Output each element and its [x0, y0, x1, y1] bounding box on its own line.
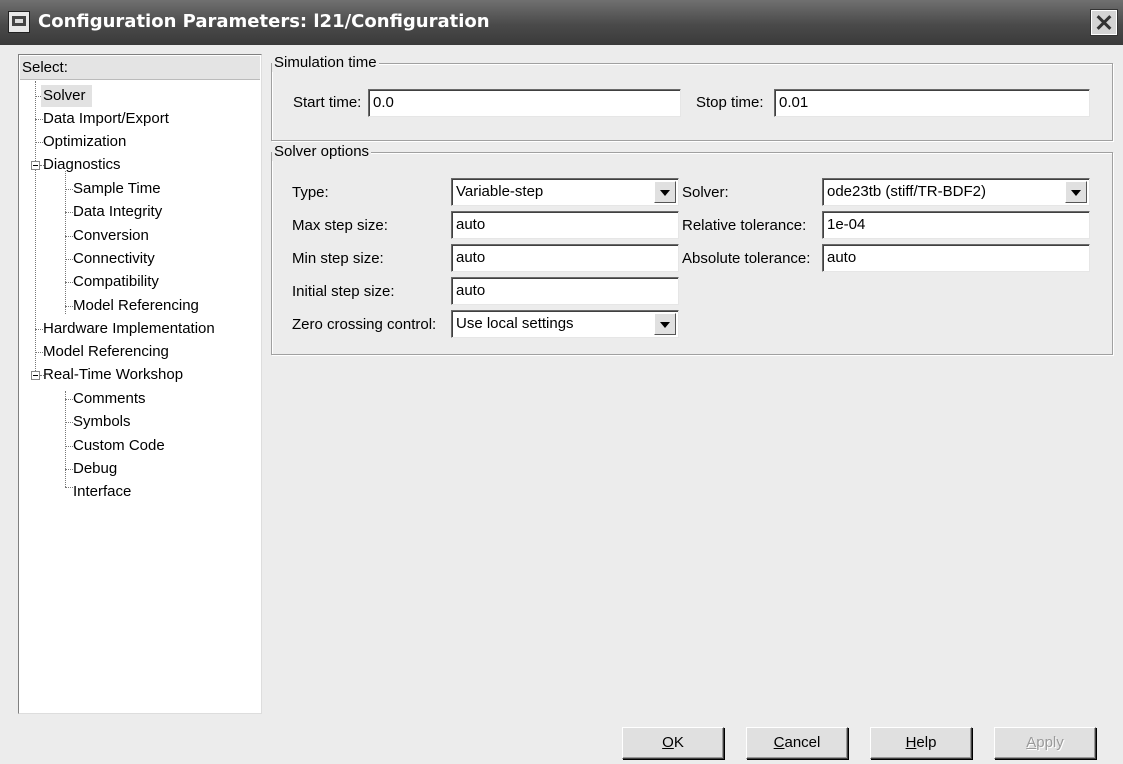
start-time-label: Start time: — [293, 94, 362, 111]
cancel-button[interactable]: Cancel — [746, 727, 848, 759]
tree-item-symbols[interactable]: Symbols — [71, 411, 137, 433]
relative-tolerance-input[interactable]: 1e-04 — [822, 211, 1090, 239]
min-step-size-label: Min step size: — [292, 250, 384, 267]
tree-item-conversion[interactable]: Conversion — [71, 225, 155, 247]
dropdown-arrow-icon[interactable] — [654, 313, 676, 335]
tree-item-compatibility[interactable]: Compatibility — [71, 271, 165, 293]
tree-item-hardware-implementation[interactable]: Hardware Implementation — [41, 318, 221, 340]
solver-label: Solver: — [682, 184, 729, 201]
zero-crossing-control-select[interactable]: Use local settings — [451, 310, 679, 338]
ok-button[interactable]: OK — [622, 727, 724, 759]
tree-connector — [65, 391, 66, 487]
tree-item-data-import-export[interactable]: Data Import/Export — [41, 108, 175, 130]
zero-crossing-control-label: Zero crossing control: — [292, 316, 437, 333]
tree-item-real-time-workshop[interactable]: Real-Time Workshop — [41, 364, 189, 386]
relative-tolerance-label: Relative tolerance: — [682, 217, 807, 234]
tree-item-interface[interactable]: Interface — [71, 481, 137, 503]
solver-options-group: Solver options Type: Variable-step Solve… — [271, 143, 1113, 355]
ok-button-accel: O — [662, 734, 674, 751]
apply-button-accel: A — [1026, 734, 1037, 751]
tree-item-sample-time[interactable]: Sample Time — [71, 178, 167, 200]
close-icon[interactable] — [1090, 9, 1118, 36]
cancel-button-label: ancel — [784, 734, 821, 751]
simulation-time-group: Simulation time Start time: 0.0 Stop tim… — [271, 54, 1113, 141]
tree-item-optimization[interactable]: Optimization — [41, 131, 132, 153]
apply-button-label: pply — [1036, 734, 1064, 751]
tree-connector — [65, 171, 66, 314]
type-select-value: Variable-step — [456, 183, 544, 200]
apply-button[interactable]: Apply — [994, 727, 1096, 759]
collapse-icon[interactable] — [31, 161, 40, 170]
initial-step-size-input[interactable]: auto — [451, 277, 679, 305]
tree-item-connectivity[interactable]: Connectivity — [71, 248, 161, 270]
tree-item-solver[interactable]: Solver — [41, 85, 92, 107]
ok-button-label: K — [673, 734, 684, 751]
solver-options-legend: Solver options — [272, 143, 372, 161]
tree-item-custom-code[interactable]: Custom Code — [71, 435, 171, 457]
tree-connector — [35, 81, 36, 379]
tree-item-comments[interactable]: Comments — [71, 388, 152, 410]
stop-time-label: Stop time: — [696, 94, 764, 111]
app-icon[interactable] — [8, 11, 30, 33]
dropdown-arrow-icon[interactable] — [654, 181, 676, 203]
category-tree[interactable]: Select: Solver Data Import/Export Optimi… — [18, 54, 262, 714]
collapse-icon[interactable] — [31, 371, 40, 380]
start-time-input[interactable]: 0.0 — [368, 89, 681, 117]
title-bar[interactable]: Configuration Parameters: l21/Configurat… — [0, 0, 1123, 45]
simulation-time-legend: Simulation time — [272, 54, 379, 72]
type-label: Type: — [292, 184, 329, 201]
initial-step-size-label: Initial step size: — [292, 283, 395, 300]
help-button[interactable]: Help — [870, 727, 972, 759]
stop-time-input[interactable]: 0.01 — [774, 89, 1090, 117]
min-step-size-input[interactable]: auto — [451, 244, 679, 272]
solver-select-value: ode23tb (stiff/TR-BDF2) — [827, 183, 986, 200]
tree-item-model-referencing-diag[interactable]: Model Referencing — [71, 295, 205, 317]
tree-item-model-referencing[interactable]: Model Referencing — [41, 341, 175, 363]
dropdown-arrow-icon[interactable] — [1065, 181, 1087, 203]
help-button-accel: H — [905, 734, 917, 751]
tree-item-diagnostics[interactable]: Diagnostics — [41, 154, 127, 176]
tree-item-debug[interactable]: Debug — [71, 458, 123, 480]
zero-crossing-control-value: Use local settings — [456, 315, 574, 332]
config-parameters-window: Configuration Parameters: l21/Configurat… — [0, 0, 1123, 764]
tree-header: Select: — [20, 56, 260, 80]
max-step-size-label: Max step size: — [292, 217, 388, 234]
cancel-button-accel: C — [773, 734, 785, 751]
tree-item-data-integrity[interactable]: Data Integrity — [71, 201, 168, 223]
absolute-tolerance-input[interactable]: auto — [822, 244, 1090, 272]
absolute-tolerance-label: Absolute tolerance: — [682, 250, 811, 267]
solver-select[interactable]: ode23tb (stiff/TR-BDF2) — [822, 178, 1090, 206]
help-button-label: elp — [916, 734, 937, 751]
max-step-size-input[interactable]: auto — [451, 211, 679, 239]
type-select[interactable]: Variable-step — [451, 178, 679, 206]
window-title: Configuration Parameters: l21/Configurat… — [38, 11, 490, 32]
